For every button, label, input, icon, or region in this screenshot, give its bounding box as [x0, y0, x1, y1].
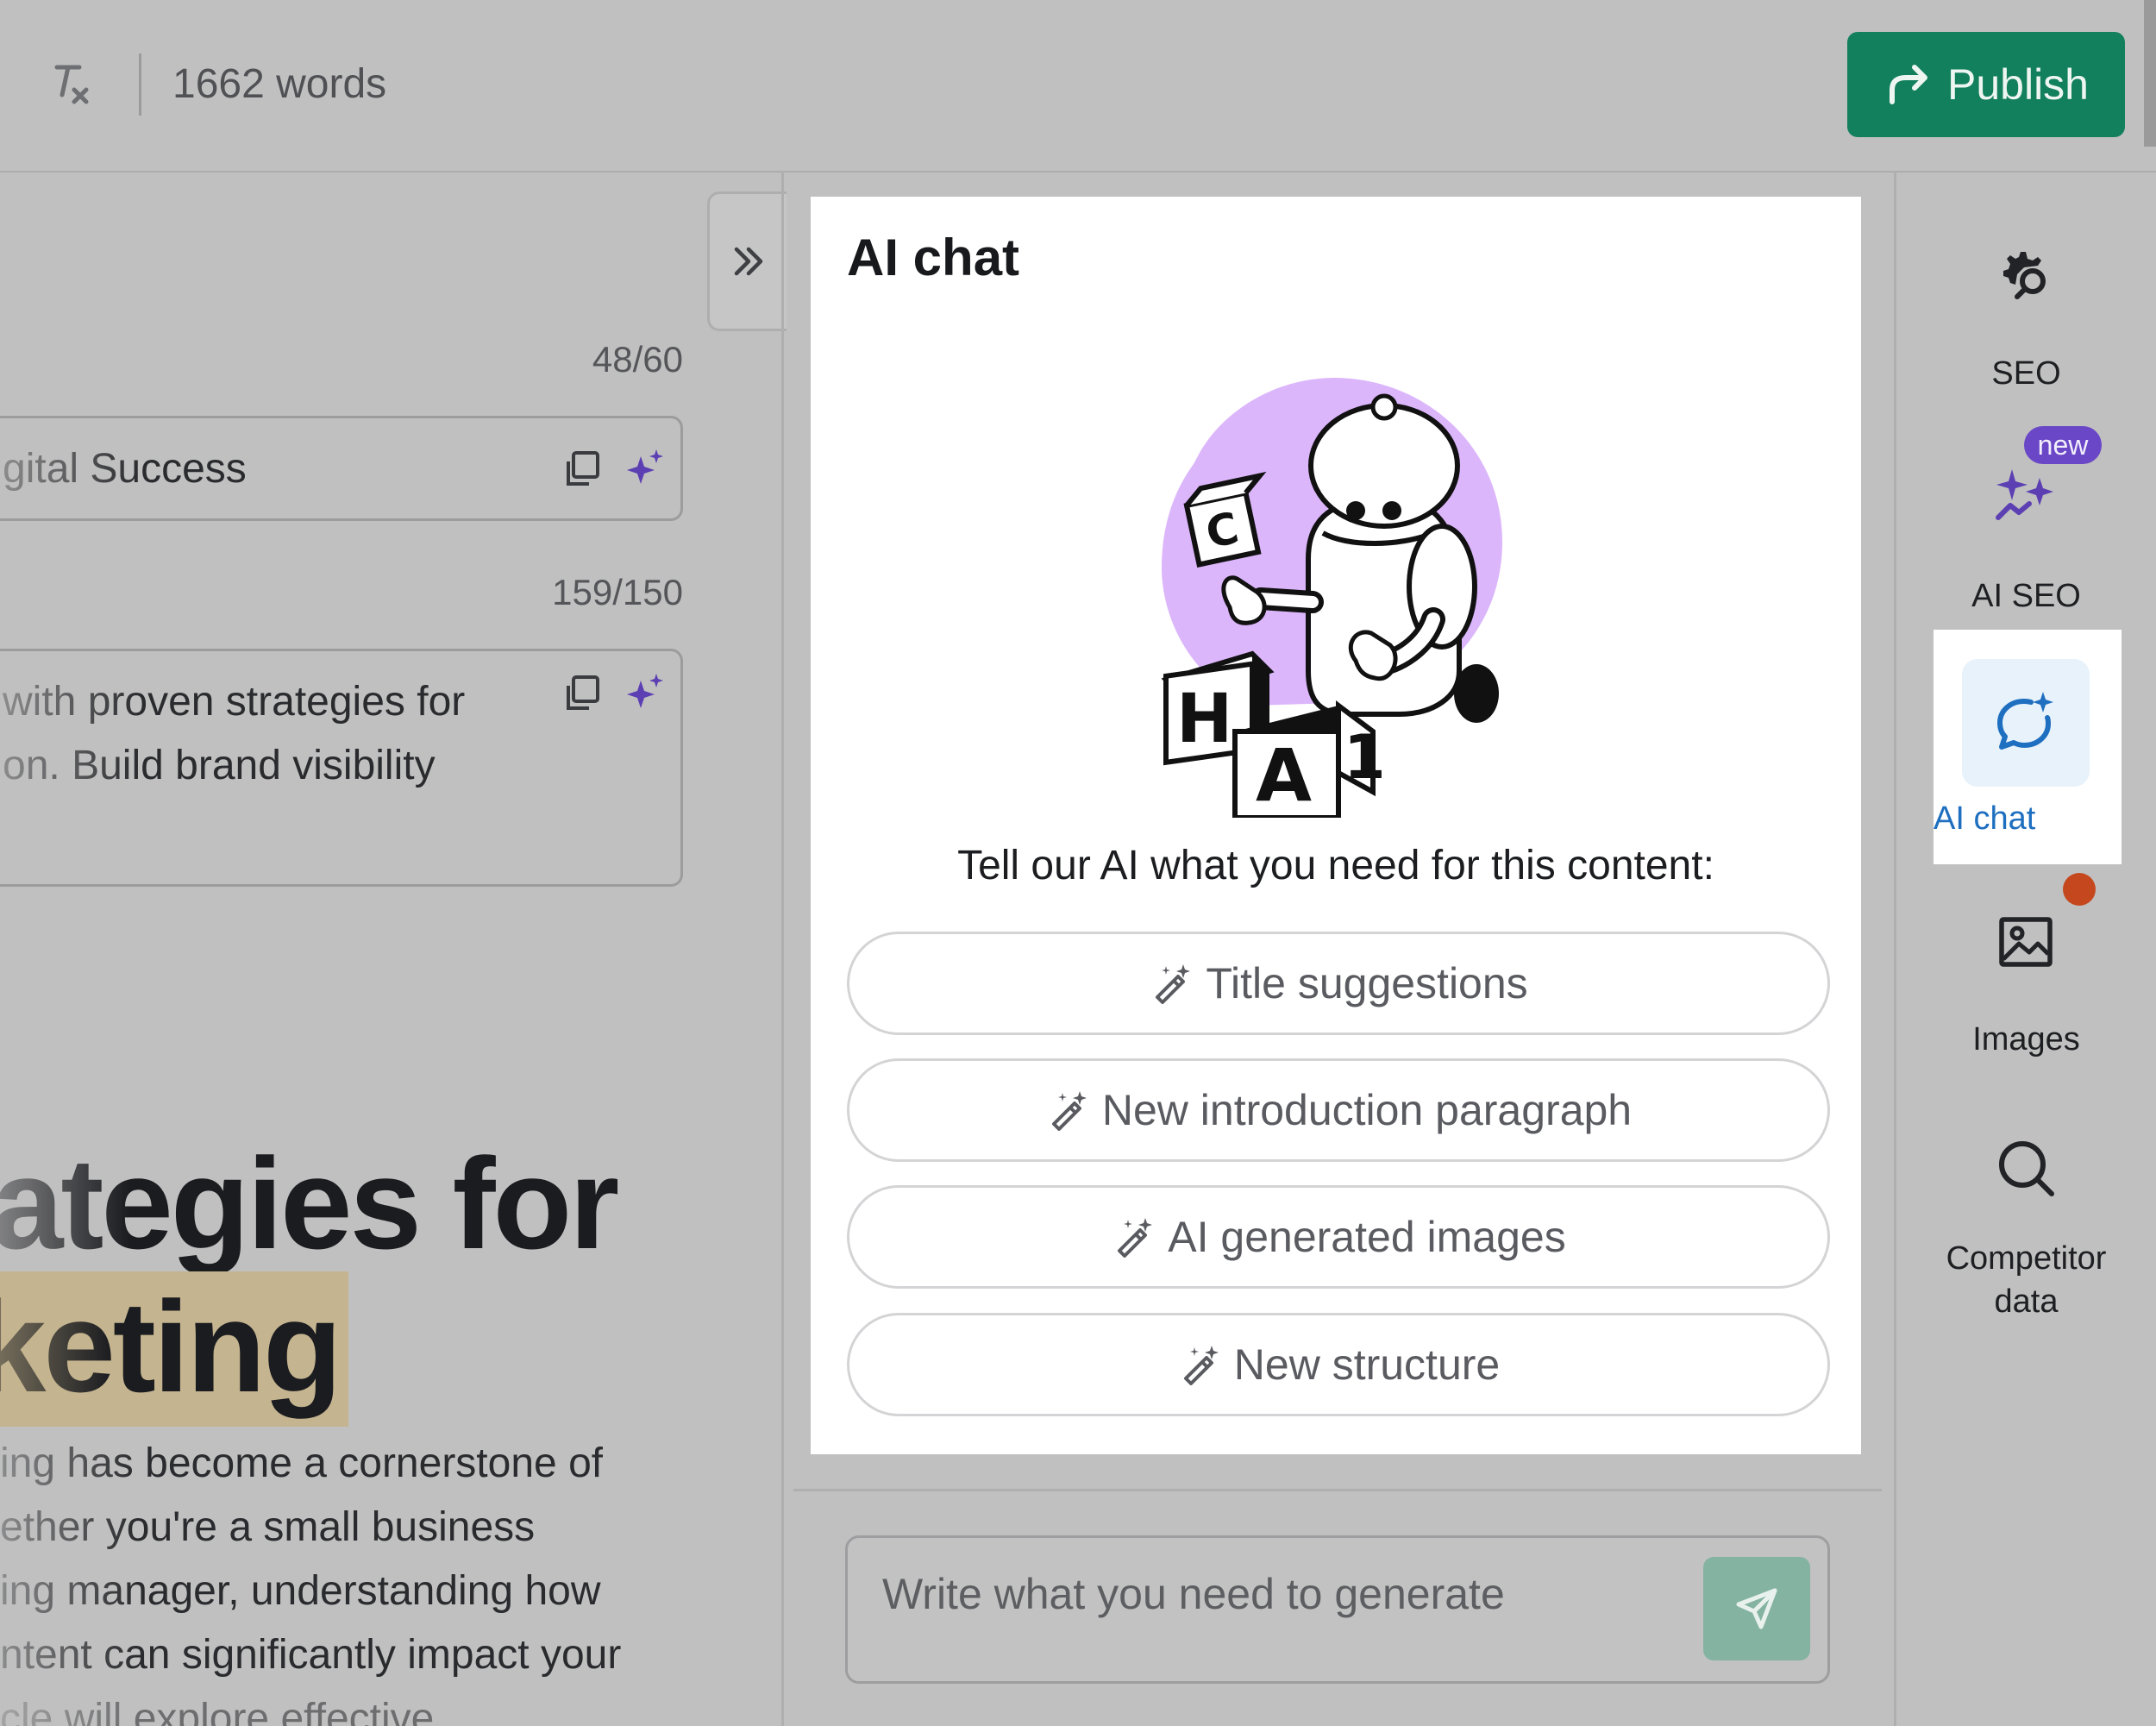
article-body-line: ing has become a cornerstone of	[0, 1440, 604, 1486]
meta-description-line: on. Build brand visibility	[3, 743, 436, 788]
svg-text:A: A	[1256, 733, 1312, 818]
chat-input[interactable]: Write what you need to generate	[845, 1535, 1830, 1684]
panel-title: AI chat	[847, 229, 1020, 286]
meta-title-counter: 48/60	[592, 339, 683, 380]
clear-formatting-icon[interactable]	[50, 60, 93, 107]
meta-title-field[interactable]: gital Success	[0, 416, 683, 521]
suggestion-title-suggestions[interactable]: Title suggestions	[847, 932, 1830, 1035]
sparkles-icon	[1996, 469, 2053, 520]
publish-label: Publish	[1947, 60, 2089, 109]
magic-wand-icon	[1118, 1218, 1153, 1258]
editor-pane: 48/60 gital Success 159/150 with proven …	[0, 173, 781, 1726]
seo-gear-search-icon	[2003, 252, 2046, 299]
svg-text:1: 1	[1344, 722, 1386, 793]
article-headline-line: keting	[0, 1274, 342, 1419]
sparkle-icon[interactable]	[624, 448, 667, 491]
meta-title-text: gital Success	[3, 446, 247, 492]
suggestion-label: Title suggestions	[1206, 959, 1528, 1007]
magic-wand-icon	[1156, 964, 1191, 1004]
share-arrow-icon	[1890, 65, 1927, 104]
notification-dot	[2063, 873, 2096, 906]
suggestion-ai-generated-images[interactable]: AI generated images	[847, 1185, 1830, 1289]
sidebar-label: Competitor	[1946, 1240, 2107, 1277]
top-toolbar: 1662 words Publish	[0, 0, 2156, 173]
panel-divider	[781, 171, 784, 1726]
article-headline-line: ategies for	[0, 1131, 620, 1276]
publish-button[interactable]: Publish	[1847, 32, 2125, 137]
sidebar-label: AI SEO	[1971, 578, 2081, 614]
word-count: 1662 words	[172, 61, 387, 107]
article-body-line: ether you're a small business	[0, 1504, 536, 1550]
input-divider	[793, 1489, 1882, 1491]
sidebar-item-competitor-data[interactable]: Competitor data	[1896, 1137, 2156, 1344]
magic-wand-icon	[1051, 1091, 1087, 1131]
sidebar-item-ai-seo[interactable]: AI SEO	[1896, 464, 2156, 619]
window-scrollbar[interactable]	[2144, 0, 2156, 147]
svg-text:H: H	[1176, 681, 1232, 758]
magnifier-icon	[1999, 1141, 2054, 1196]
send-button[interactable]	[1703, 1557, 1810, 1660]
article-body-line: ntent can significantly impact your	[0, 1632, 622, 1678]
suggestion-label: New introduction paragraph	[1101, 1086, 1633, 1134]
chat-sparkle-icon	[1997, 692, 2053, 750]
suggestion-label: New structure	[1233, 1340, 1501, 1389]
robot-with-blocks-illustration: C H A 1	[1161, 378, 1502, 818]
collapse-panel-button[interactable]	[707, 191, 787, 331]
sidebar-label: AI chat	[1934, 800, 2036, 837]
meta-description-counter: 159/150	[552, 572, 683, 612]
ai-chat-prompt: Tell our AI what you need for this conte…	[957, 843, 1714, 888]
suggestion-new-introduction-paragraph[interactable]: New introduction paragraph	[847, 1058, 1830, 1162]
toolbar-divider	[139, 53, 141, 116]
copy-icon[interactable]	[561, 449, 601, 489]
suggestion-new-structure[interactable]: New structure	[847, 1313, 1830, 1416]
sidebar-item-ai-chat[interactable]: AI chat	[1934, 630, 2122, 864]
ai-chat-panel: AI chat C H A 1 Tell our AI what you nee…	[811, 197, 1861, 1454]
sidebar-item-seo[interactable]: SEO	[1896, 223, 2156, 395]
suggestion-label: AI generated images	[1168, 1213, 1566, 1261]
right-sidebar: SEO new AI SEO AI chat Images Competitor…	[1896, 171, 2156, 1726]
sidebar-label: Images	[1972, 1021, 2080, 1058]
send-icon	[1736, 1588, 1777, 1629]
sidebar-item-images[interactable]: Images	[1896, 914, 2156, 1087]
chat-input-placeholder: Write what you need to generate	[882, 1570, 1505, 1618]
new-badge: new	[2024, 426, 2102, 464]
meta-description-field[interactable]: with proven strategies for on. Build bra…	[0, 649, 683, 887]
double-chevron-right-icon	[734, 247, 762, 276]
sidebar-label: data	[1994, 1284, 2059, 1320]
sparkle-icon[interactable]	[624, 672, 667, 715]
article-body-line: cle will explore effective	[0, 1696, 435, 1726]
image-icon	[1999, 917, 2053, 967]
article-body-line: ing manager, understanding how	[0, 1568, 601, 1614]
sidebar-label: SEO	[1991, 355, 2061, 392]
magic-wand-icon	[1183, 1346, 1219, 1385]
copy-icon[interactable]	[561, 674, 601, 713]
meta-description-line: with proven strategies for	[3, 679, 466, 725]
